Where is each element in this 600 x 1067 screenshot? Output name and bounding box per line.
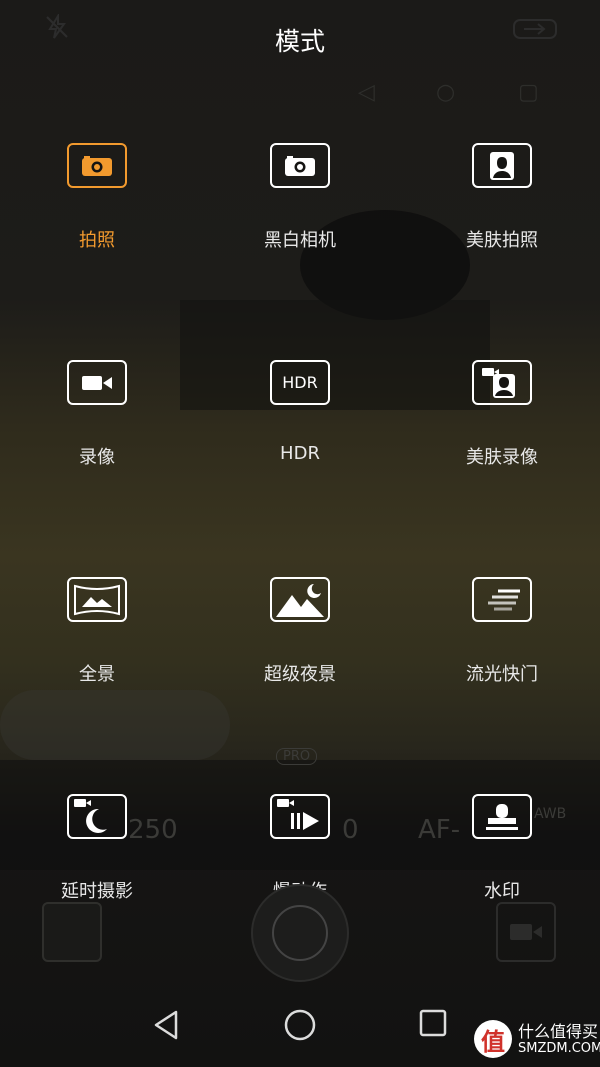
watermark-text: 什么值得买 xyxy=(518,1021,599,1041)
mode-time-lapse[interactable]: 延时摄影 xyxy=(22,794,172,903)
slow-motion-icon xyxy=(270,794,330,839)
mode-watermark[interactable]: 水印 xyxy=(427,794,577,903)
camera-icon xyxy=(67,143,127,188)
hdr-icon-text: HDR xyxy=(282,373,318,392)
mode-beauty-video[interactable]: 美肤录像 xyxy=(427,360,577,469)
hdr-icon: HDR xyxy=(270,360,330,405)
mode-label: 美肤录像 xyxy=(466,447,538,468)
mode-label: 超级夜景 xyxy=(264,664,336,685)
night-landscape-icon xyxy=(270,577,330,622)
portrait-video-icon xyxy=(472,360,532,405)
portrait-icon xyxy=(472,143,532,188)
video-camera-icon xyxy=(510,924,542,940)
mode-label: 黑白相机 xyxy=(264,230,336,251)
site-watermark: 值 什么值得买 SMZDM.COM xyxy=(474,1020,600,1058)
camera-icon xyxy=(270,143,330,188)
mode-panorama[interactable]: 全景 xyxy=(22,577,172,686)
mode-light-painting[interactable]: 流光快门 xyxy=(427,577,577,686)
home-icon[interactable] xyxy=(283,1008,317,1046)
back-icon[interactable] xyxy=(150,1008,184,1046)
mode-label: 全景 xyxy=(79,664,115,685)
ghost-back-icon: ◁ xyxy=(358,80,375,105)
ghost-recent-icon: ▢ xyxy=(518,80,539,105)
mode-label: 水印 xyxy=(484,881,520,902)
video-camera-icon xyxy=(67,360,127,405)
mode-beauty-photo[interactable]: 美肤拍照 xyxy=(427,143,577,252)
mode-label: 拍照 xyxy=(79,230,115,251)
timelapse-icon xyxy=(67,794,127,839)
mode-label: 美肤拍照 xyxy=(466,230,538,251)
mode-photo[interactable]: 拍照 xyxy=(22,143,172,252)
mode-label: HDR xyxy=(280,443,320,464)
watermark-url: SMZDM.COM xyxy=(518,1040,600,1056)
mode-label: 录像 xyxy=(79,447,115,468)
page-title: 模式 xyxy=(274,27,325,56)
watermark-stamp-icon xyxy=(472,794,532,839)
mode-label: 流光快门 xyxy=(466,664,538,685)
mode-hdr[interactable]: HDR HDR xyxy=(225,360,375,464)
light-trail-icon xyxy=(472,577,532,622)
shutter-button[interactable] xyxy=(251,884,349,982)
panorama-icon xyxy=(67,577,127,622)
mode-super-night[interactable]: 超级夜景 xyxy=(225,577,375,686)
viewfinder-shape xyxy=(0,690,230,760)
mode-monochrome[interactable]: 黑白相机 xyxy=(225,143,375,252)
mode-label: 延时摄影 xyxy=(61,881,133,902)
watermark-logo: 值 xyxy=(474,1020,512,1058)
gallery-thumbnail[interactable] xyxy=(42,902,102,962)
record-video-button[interactable] xyxy=(496,902,556,962)
ghost-home-icon: ○ xyxy=(436,80,456,105)
mode-video[interactable]: 录像 xyxy=(22,360,172,469)
pro-badge: PRO xyxy=(276,748,318,765)
recent-apps-icon[interactable] xyxy=(418,1008,448,1042)
